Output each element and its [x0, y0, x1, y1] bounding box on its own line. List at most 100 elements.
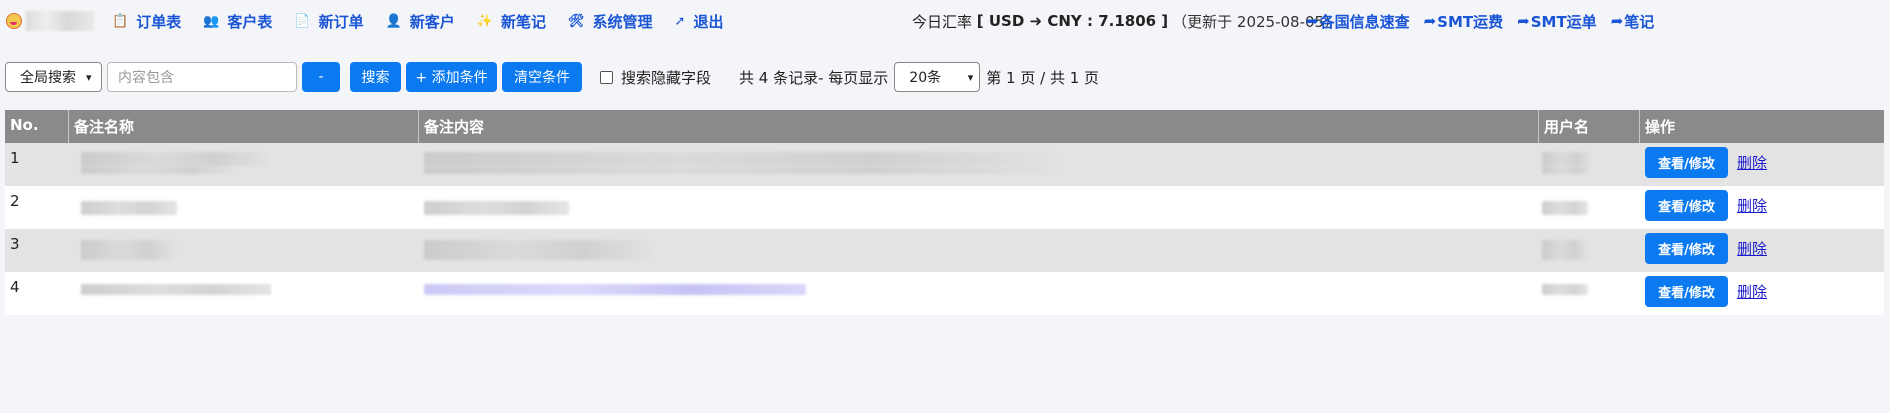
view-edit-button[interactable]: 查看/修改	[1645, 233, 1728, 264]
nav-new-customer[interactable]: 👤 新客户	[386, 11, 455, 32]
redacted-text	[81, 284, 271, 295]
exchange-rate-prefix: 今日汇率	[912, 12, 973, 31]
page-size-select[interactable]: 20条 ▾	[894, 62, 981, 92]
record-count-info: 共 4 条记录- 每页显示	[739, 68, 889, 87]
hidden-fields-toggle[interactable]: 搜索隐藏字段	[600, 67, 711, 88]
document-icon: 📄	[294, 13, 311, 29]
chevron-down-icon: ▾	[967, 70, 974, 84]
row-number: 3	[10, 235, 20, 253]
redacted-text	[424, 240, 652, 260]
nav-logout[interactable]: ➚ 退出	[675, 11, 724, 32]
redacted-text	[81, 201, 177, 215]
nav-new-order[interactable]: 📄 新订单	[294, 11, 363, 32]
link-smt-waybill[interactable]: ➦ SMT运单	[1517, 11, 1597, 32]
col-header-no: No.	[5, 110, 69, 143]
note-name-cell	[69, 186, 419, 229]
delete-link[interactable]: 删除	[1737, 152, 1767, 173]
search-button[interactable]: 搜索	[350, 62, 401, 92]
redacted-text	[424, 201, 569, 215]
row-number: 2	[10, 192, 20, 210]
person-add-icon: 👤	[385, 13, 402, 29]
col-header-note-name: 备注名称	[69, 110, 419, 143]
nav-system-admin-label: 系统管理	[592, 12, 653, 31]
note-content-cell	[419, 272, 1539, 315]
link-notes-label: 笔记	[1624, 12, 1655, 31]
row-number: 1	[10, 149, 20, 167]
redacted-text	[1542, 201, 1588, 215]
quick-links: ➦ 各国信息速查 ➦ SMT运费 ➦ SMT运单 ➦ 笔记	[1306, 0, 1668, 42]
note-name-cell	[69, 143, 419, 186]
share-arrow-icon: ➦	[1423, 12, 1437, 30]
hidden-fields-checkbox[interactable]	[600, 70, 613, 84]
table-row: 2 查看/修改 删除	[5, 186, 1884, 229]
table-header: No. 备注名称 备注内容 用户名 操作	[5, 110, 1884, 143]
redacted-text	[1542, 240, 1588, 260]
nav-orders[interactable]: 📋 订单表	[112, 11, 181, 32]
nav-customers-label: 客户表	[227, 12, 273, 31]
actions-cell: 查看/修改 删除	[1640, 229, 1884, 272]
redacted-text	[1542, 284, 1588, 295]
nav-new-order-label: 新订单	[318, 12, 364, 31]
hidden-fields-label: 搜索隐藏字段	[621, 68, 712, 87]
nav-new-note[interactable]: ✨ 新笔记	[477, 11, 546, 32]
note-name-cell	[69, 229, 419, 272]
table-row: 1 查看/修改 删除	[5, 143, 1884, 186]
logo[interactable]	[6, 11, 94, 31]
nav-orders-label: 订单表	[136, 12, 182, 31]
share-arrow-icon: ➦	[1517, 12, 1530, 30]
nav-logout-label: 退出	[693, 12, 724, 31]
tools-icon: 🛠	[568, 13, 585, 29]
nav-new-customer-label: 新客户	[409, 12, 455, 31]
view-edit-button[interactable]: 查看/修改	[1645, 276, 1728, 307]
search-input[interactable]: 内容包含	[107, 62, 297, 92]
username-cell	[1539, 186, 1640, 229]
notes-table: No. 备注名称 备注内容 用户名 操作 1 查看/修改 删除 2 查看/修改 …	[5, 110, 1884, 315]
logo-text-redacted	[26, 11, 94, 31]
view-edit-button[interactable]: 查看/修改	[1645, 147, 1728, 178]
nav-customers[interactable]: 👥 客户表	[203, 11, 272, 32]
logout-icon: ➚	[674, 13, 686, 29]
page-size-value: 20条	[909, 70, 942, 86]
note-content-cell	[419, 186, 1539, 229]
link-smt-waybill-label: SMT运单	[1530, 12, 1597, 31]
note-name-cell	[69, 272, 419, 315]
remove-condition-button[interactable]: -	[302, 62, 340, 92]
redacted-text	[424, 152, 1064, 166]
share-arrow-icon: ➦	[1306, 12, 1319, 30]
username-cell	[1539, 229, 1640, 272]
share-arrow-icon: ➦	[1610, 12, 1624, 30]
delete-link[interactable]: 删除	[1737, 238, 1767, 259]
logo-face-icon	[6, 13, 22, 29]
link-country-info[interactable]: ➦ 各国信息速查	[1306, 11, 1410, 32]
redacted-text	[1542, 152, 1592, 166]
add-condition-button[interactable]: + 添加条件	[406, 62, 497, 92]
link-country-info-label: 各国信息速查	[1319, 12, 1410, 31]
clipboard-icon: 📋	[112, 13, 129, 29]
redacted-link[interactable]	[424, 284, 806, 295]
search-toolbar: 全局搜索 ▾ 内容包含 - 搜索 + 添加条件 清空条件 搜索隐藏字段 共 4 …	[5, 62, 1099, 92]
username-cell	[1539, 143, 1640, 186]
search-scope-value: 全局搜索	[20, 70, 76, 86]
username-cell	[1539, 272, 1640, 315]
redacted-text	[81, 152, 271, 166]
sparkle-icon: ✨	[476, 13, 493, 29]
delete-link[interactable]: 删除	[1737, 281, 1767, 302]
top-nav: 📋 订单表 👥 客户表 📄 新订单 👤 新客户 ✨ 新笔记 🛠 系统管理 ➚ 退…	[0, 0, 1890, 42]
link-smt-freight[interactable]: ➦ SMT运费	[1424, 11, 1504, 32]
actions-cell: 查看/修改 删除	[1640, 143, 1884, 186]
chevron-down-icon: ▾	[86, 70, 92, 84]
delete-link[interactable]: 删除	[1737, 195, 1767, 216]
col-header-actions: 操作	[1645, 118, 1676, 136]
exchange-rate-value: [ USD ➜ CNY : 7.1806 ]	[976, 12, 1169, 30]
nav-system-admin[interactable]: 🛠 系统管理	[568, 11, 653, 32]
note-content-cell	[419, 143, 1539, 186]
search-scope-select[interactable]: 全局搜索 ▾	[5, 62, 102, 92]
clear-conditions-button[interactable]: 清空条件	[502, 62, 582, 92]
link-smt-freight-label: SMT运费	[1437, 12, 1504, 31]
link-notes[interactable]: ➦ 笔记	[1611, 11, 1655, 32]
users-icon: 👥	[203, 13, 220, 29]
redacted-text	[81, 240, 177, 260]
view-edit-button[interactable]: 查看/修改	[1645, 190, 1728, 221]
actions-cell: 查看/修改 删除	[1640, 186, 1884, 229]
note-content-cell	[419, 229, 1539, 272]
